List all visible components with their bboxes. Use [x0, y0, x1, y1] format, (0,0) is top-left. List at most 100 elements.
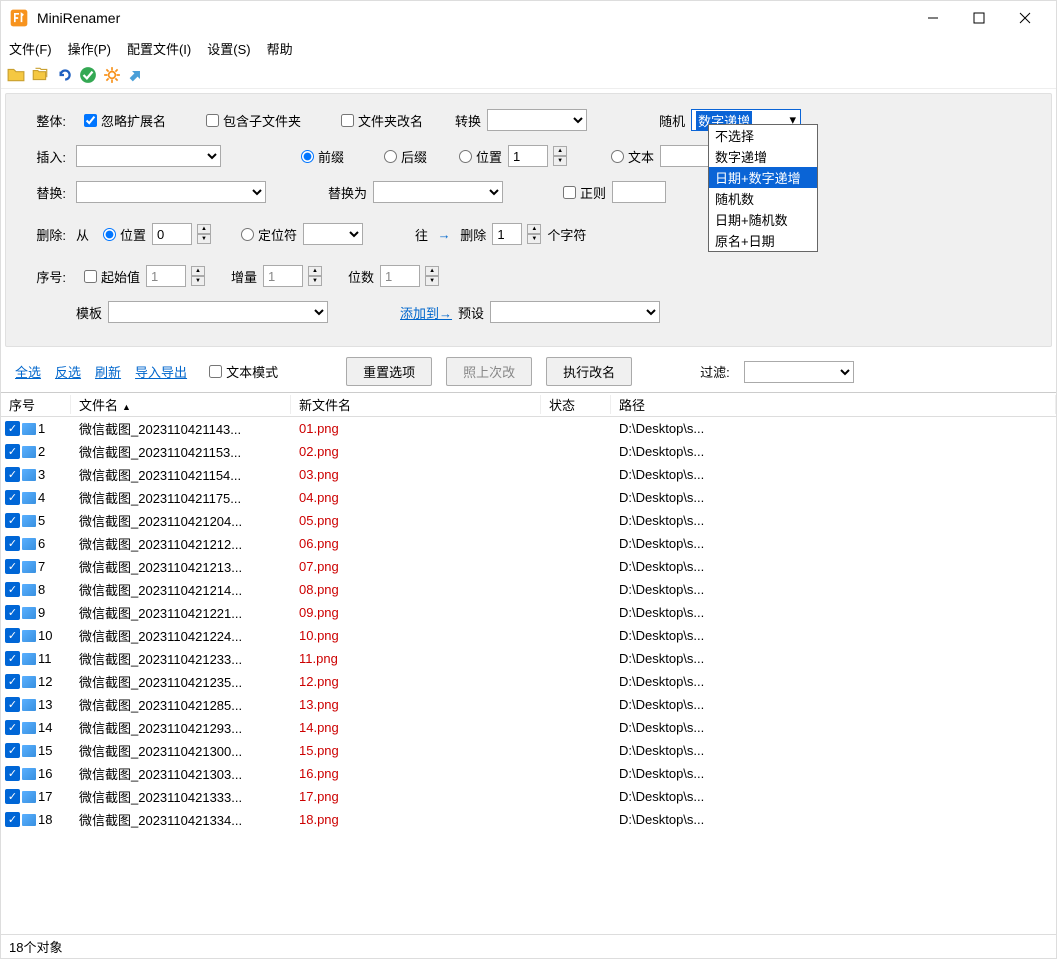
digits-input[interactable] — [380, 265, 420, 287]
pin-icon[interactable] — [127, 66, 145, 84]
check-icon[interactable] — [79, 66, 97, 84]
table-row[interactable]: ✓6微信截图_2023110421212...06.pngD:\Desktop\… — [1, 532, 1056, 555]
refresh-link[interactable]: 刷新 — [95, 362, 121, 381]
table-row[interactable]: ✓11微信截图_2023110421233...11.pngD:\Desktop… — [1, 647, 1056, 670]
del-pos-input[interactable] — [152, 223, 192, 245]
del-pos-radio[interactable] — [103, 228, 116, 241]
select-all-link[interactable]: 全选 — [15, 362, 41, 381]
row-checkbox[interactable]: ✓ — [5, 559, 20, 574]
table-row[interactable]: ✓12微信截图_2023110421235...12.pngD:\Desktop… — [1, 670, 1056, 693]
start-input[interactable] — [146, 265, 186, 287]
execute-button[interactable]: 执行改名 — [546, 357, 632, 386]
row-checkbox[interactable]: ✓ — [5, 513, 20, 528]
row-checkbox[interactable]: ✓ — [5, 490, 20, 505]
row-checkbox[interactable]: ✓ — [5, 582, 20, 597]
invert-link[interactable]: 反选 — [55, 362, 81, 381]
row-checkbox[interactable]: ✓ — [5, 674, 20, 689]
row-checkbox[interactable]: ✓ — [5, 812, 20, 827]
start-spinner[interactable]: ▲▼ — [191, 266, 205, 286]
maximize-button[interactable] — [956, 1, 1002, 35]
position-radio[interactable] — [459, 150, 472, 163]
row-checkbox[interactable]: ✓ — [5, 697, 20, 712]
random-option[interactable]: 日期+数字递增 — [709, 167, 817, 188]
locator-select[interactable] — [303, 223, 363, 245]
digits-spinner[interactable]: ▲▼ — [425, 266, 439, 286]
ignore-ext-checkbox[interactable] — [84, 114, 97, 127]
table-row[interactable]: ✓5微信截图_2023110421204...05.pngD:\Desktop\… — [1, 509, 1056, 532]
del-count-input[interactable] — [492, 223, 522, 245]
folder-icon[interactable] — [7, 66, 25, 84]
replace-from-select[interactable] — [76, 181, 266, 203]
table-row[interactable]: ✓18微信截图_2023110421334...18.pngD:\Desktop… — [1, 808, 1056, 831]
undo-icon[interactable] — [55, 66, 73, 84]
last-change-button[interactable]: 照上次改 — [446, 357, 532, 386]
regex-input[interactable] — [612, 181, 666, 203]
import-export-link[interactable]: 导入导出 — [135, 362, 187, 381]
table-row[interactable]: ✓14微信截图_2023110421293...14.pngD:\Desktop… — [1, 716, 1056, 739]
folder-rename-checkbox[interactable] — [341, 114, 354, 127]
row-checkbox[interactable]: ✓ — [5, 421, 20, 436]
menu-config[interactable]: 配置文件(I) — [127, 39, 191, 58]
filter-select[interactable] — [744, 361, 854, 383]
include-sub-checkbox[interactable] — [206, 114, 219, 127]
gear-icon[interactable] — [103, 66, 121, 84]
row-checkbox[interactable]: ✓ — [5, 766, 20, 781]
replace-with-select[interactable] — [373, 181, 503, 203]
col-name[interactable]: 文件名▲ — [71, 395, 291, 414]
table-row[interactable]: ✓16微信截图_2023110421303...16.pngD:\Desktop… — [1, 762, 1056, 785]
start-checkbox[interactable] — [84, 270, 97, 283]
close-button[interactable] — [1002, 1, 1048, 35]
table-row[interactable]: ✓8微信截图_2023110421214...08.pngD:\Desktop\… — [1, 578, 1056, 601]
inc-input[interactable] — [263, 265, 303, 287]
add-to-link[interactable]: 添加到→ — [400, 303, 452, 322]
col-seq[interactable]: 序号 — [1, 395, 71, 414]
row-checkbox[interactable]: ✓ — [5, 628, 20, 643]
table-row[interactable]: ✓10微信截图_2023110421224...10.pngD:\Desktop… — [1, 624, 1056, 647]
menu-settings[interactable]: 设置(S) — [207, 39, 250, 58]
col-newname[interactable]: 新文件名 — [291, 395, 541, 414]
row-checkbox[interactable]: ✓ — [5, 743, 20, 758]
inc-spinner[interactable]: ▲▼ — [308, 266, 322, 286]
menu-file[interactable]: 文件(F) — [9, 39, 52, 58]
random-dropdown[interactable]: 不选择数字递增日期+数字递增随机数日期+随机数原名+日期 — [708, 124, 818, 252]
del-pos-spinner[interactable]: ▲▼ — [197, 224, 211, 244]
insert-select[interactable] — [76, 145, 221, 167]
row-checkbox[interactable]: ✓ — [5, 467, 20, 482]
row-checkbox[interactable]: ✓ — [5, 444, 20, 459]
table-row[interactable]: ✓4微信截图_2023110421175...04.pngD:\Desktop\… — [1, 486, 1056, 509]
random-option[interactable]: 不选择 — [709, 125, 817, 146]
table-row[interactable]: ✓17微信截图_2023110421333...17.pngD:\Desktop… — [1, 785, 1056, 808]
random-option[interactable]: 原名+日期 — [709, 230, 817, 251]
text-mode-checkbox[interactable] — [209, 365, 222, 378]
row-checkbox[interactable]: ✓ — [5, 536, 20, 551]
template-select[interactable] — [108, 301, 328, 323]
table-row[interactable]: ✓9微信截图_2023110421221...09.pngD:\Desktop\… — [1, 601, 1056, 624]
del-count-spinner[interactable]: ▲▼ — [527, 224, 541, 244]
preset-select[interactable] — [490, 301, 660, 323]
row-checkbox[interactable]: ✓ — [5, 651, 20, 666]
col-status[interactable]: 状态 — [541, 395, 611, 414]
table-row[interactable]: ✓1微信截图_2023110421143...01.pngD:\Desktop\… — [1, 417, 1056, 440]
row-checkbox[interactable]: ✓ — [5, 605, 20, 620]
arrow-right-icon[interactable]: → — [434, 227, 454, 242]
text-radio[interactable] — [611, 150, 624, 163]
table-row[interactable]: ✓2微信截图_2023110421153...02.pngD:\Desktop\… — [1, 440, 1056, 463]
menu-operation[interactable]: 操作(P) — [68, 39, 111, 58]
position-input[interactable] — [508, 145, 548, 167]
menu-help[interactable]: 帮助 — [267, 39, 293, 58]
row-checkbox[interactable]: ✓ — [5, 720, 20, 735]
table-row[interactable]: ✓13微信截图_2023110421285...13.pngD:\Desktop… — [1, 693, 1056, 716]
folders-icon[interactable] — [31, 66, 49, 84]
row-checkbox[interactable]: ✓ — [5, 789, 20, 804]
table-row[interactable]: ✓7微信截图_2023110421213...07.pngD:\Desktop\… — [1, 555, 1056, 578]
transform-select[interactable] — [487, 109, 587, 131]
minimize-button[interactable] — [910, 1, 956, 35]
prefix-radio[interactable] — [301, 150, 314, 163]
reset-button[interactable]: 重置选项 — [346, 357, 432, 386]
suffix-radio[interactable] — [384, 150, 397, 163]
text-input[interactable] — [660, 145, 714, 167]
col-path[interactable]: 路径 — [611, 395, 1056, 414]
random-option[interactable]: 随机数 — [709, 188, 817, 209]
position-spinner[interactable]: ▲▼ — [553, 146, 567, 166]
random-option[interactable]: 数字递增 — [709, 146, 817, 167]
